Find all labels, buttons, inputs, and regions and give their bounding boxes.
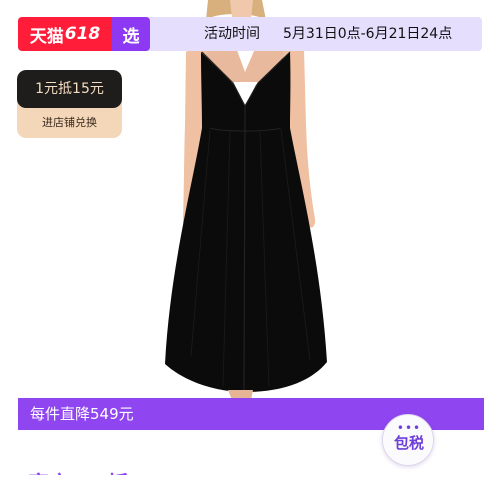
coupon-redeem-link[interactable]: 进店铺兑换 [17, 108, 122, 138]
dress-model-image [165, 0, 327, 400]
tax-included-badge: ••• 包税 [382, 414, 434, 466]
tmall-text: 天猫 [29, 26, 64, 47]
activity-time-label: 活动时间 [204, 26, 260, 42]
official-discount-text: 官方8.5折 [28, 464, 128, 475]
tax-included-label: 包税 [393, 434, 424, 452]
tmall-618-badge: 天猫 618 [18, 17, 112, 51]
product-ad-canvas: 天猫 618 选 活动时间 5月31日0点-6月21日24点 1元抵15元 进店… [0, 0, 500, 500]
shop-coupon[interactable]: 1元抵15元 进店铺兑换 [17, 70, 122, 138]
select-badge: 选 [112, 17, 150, 51]
coupon-value: 1元抵15元 [17, 70, 122, 108]
activity-time-value: 5月31日0点-6月21日24点 [283, 26, 453, 42]
tmall-618-number: 618 [64, 24, 101, 44]
per-item-discount: 每件直降549元 [30, 405, 134, 423]
